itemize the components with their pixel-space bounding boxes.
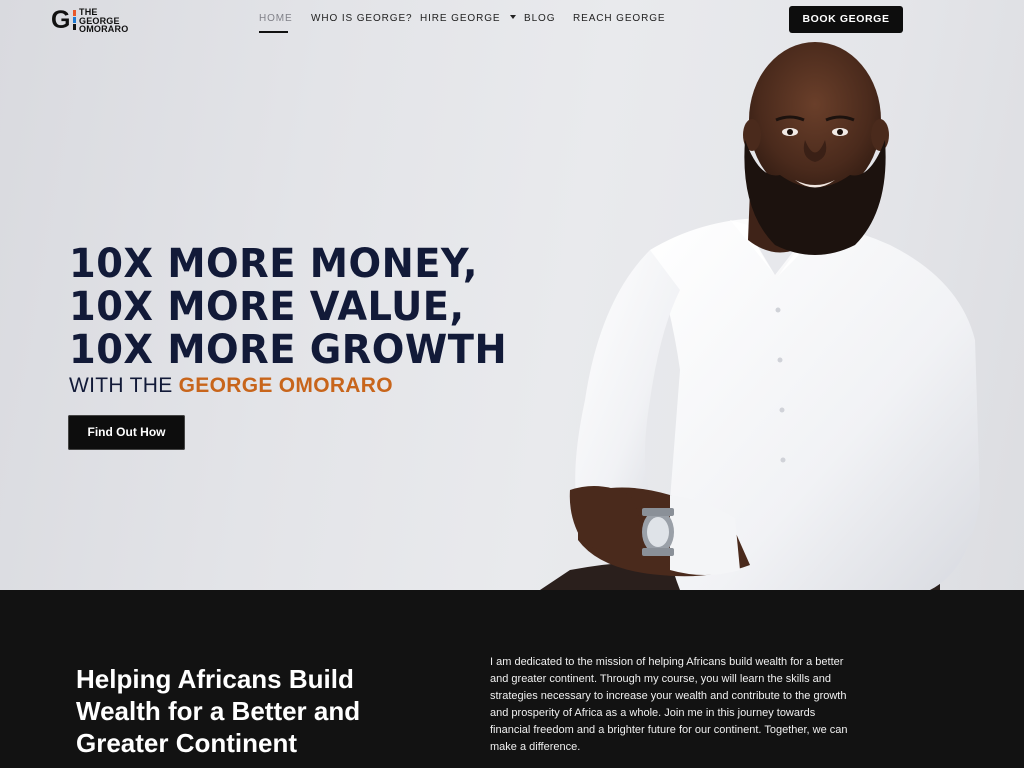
- book-george-button[interactable]: BOOK GEORGE: [789, 6, 903, 33]
- mission-body: I am dedicated to the mission of helping…: [490, 654, 880, 756]
- mission-title-line: Greater Continent: [76, 728, 298, 758]
- nav-item-label: HIRE GEORGE: [420, 13, 501, 24]
- logo-color-bar: [73, 10, 76, 30]
- find-out-how-button[interactable]: Find Out How: [68, 415, 185, 450]
- hero-section: G THE GEORGE OMORARO HOME WHO IS GEORGE?…: [0, 0, 1024, 590]
- subline-prefix: WITH THE: [69, 374, 173, 397]
- nav-item-home[interactable]: HOME: [259, 13, 293, 33]
- mission-body-line: and greater continent. Through my course…: [490, 673, 831, 685]
- nav-item-who-is-george[interactable]: WHO IS GEORGE?: [311, 13, 413, 33]
- mission-section: Helping Africans Build Wealth for a Bett…: [0, 590, 1024, 768]
- nav-item-blog[interactable]: BLOG: [524, 13, 555, 33]
- site-logo[interactable]: G THE GEORGE OMORARO: [51, 7, 141, 33]
- mission-body-line: strategies necessary to increase your we…: [490, 690, 847, 702]
- subline-accent-name: GEORGE OMORARO: [178, 374, 393, 397]
- site-header: G THE GEORGE OMORARO HOME WHO IS GEORGE?…: [0, 0, 1024, 40]
- mission-body-line: I am dedicated to the mission of helping…: [490, 656, 844, 668]
- logo-wordmark: THE GEORGE OMORARO: [79, 8, 128, 34]
- george-portrait-image: [540, 42, 980, 590]
- headline-line: 10X MORE VALUE,: [69, 284, 465, 330]
- logo-initial: G: [51, 6, 71, 34]
- mission-title-line: Wealth for a Better and: [76, 696, 361, 726]
- mission-title-line: Helping Africans Build: [76, 664, 354, 694]
- mission-body-line: financial freedom and a brighter future …: [490, 724, 848, 736]
- headline-line: 10X MORE GROWTH: [69, 327, 508, 373]
- mission-title: Helping Africans Build Wealth for a Bett…: [76, 663, 376, 759]
- hero-subline: WITH THE GEORGE OMORARO: [69, 374, 393, 398]
- nav-item-reach-george[interactable]: REACH GEORGE: [573, 13, 665, 33]
- hero-headline: 10X MORE MONEY, 10X MORE VALUE, 10X MORE…: [69, 243, 507, 372]
- nav-item-hire-george[interactable]: HIRE GEORGE: [420, 13, 517, 33]
- chevron-down-icon: [510, 15, 517, 19]
- mission-body-line: make a difference.: [490, 741, 581, 753]
- logo-line: OMORARO: [79, 24, 129, 34]
- mission-body-line: and prosperity of Africa as a whole. Joi…: [490, 707, 816, 719]
- headline-line: 10X MORE MONEY,: [69, 241, 478, 287]
